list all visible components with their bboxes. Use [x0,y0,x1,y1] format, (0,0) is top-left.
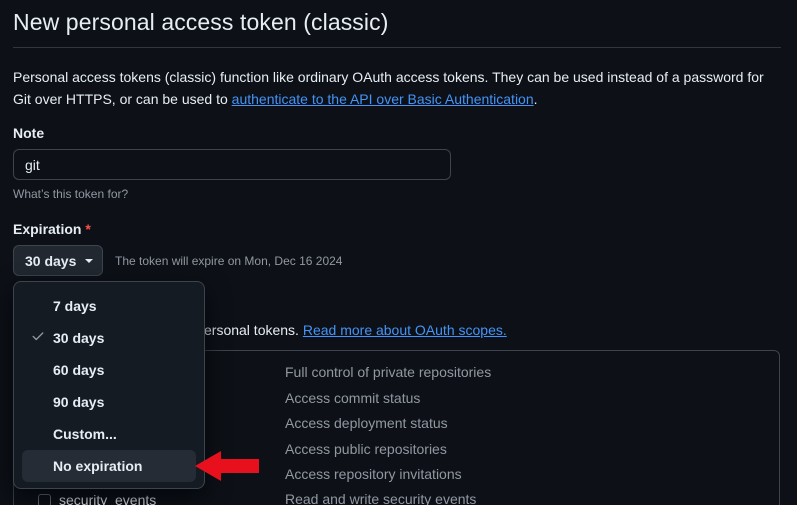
check-icon [32,332,44,341]
note-input[interactable] [13,149,451,180]
scope-description-repo-status: Access commit status [285,390,421,406]
option-label: 7 days [53,298,97,314]
expiration-option-90-days[interactable]: 90 days [22,386,196,418]
option-label: No expiration [53,458,143,474]
oauth-scopes-link[interactable]: Read more about OAuth scopes. [303,322,507,338]
option-label: Custom... [53,426,117,442]
option-label: 90 days [53,394,105,410]
basic-auth-link[interactable]: authenticate to the API over Basic Authe… [232,91,534,107]
note-label: Note [13,125,45,141]
scope-description-repo: Full control of private repositories [285,364,492,380]
token-description: Personal access tokens (classic) functio… [13,66,783,110]
scope-description-security-events: Read and write security events [285,491,477,505]
expiration-date-text: The token will expire on Mon, Dec 16 202… [115,254,343,268]
expiration-option-7-days[interactable]: 7 days [22,290,196,322]
title-divider [13,47,781,48]
scope-description-public-repo: Access public repositories [285,441,447,457]
scope-row-security-events: security_events [38,492,156,505]
expiration-option-custom[interactable]: Custom... [22,418,196,450]
note-hint: What’s this token for? [13,187,129,201]
scope-description-repo-invite: Access repository invitations [285,466,462,482]
caret-down-icon [85,258,94,263]
option-label: 60 days [53,362,105,378]
token-page: New personal access token (classic) Pers… [0,0,797,505]
description-end: . [533,91,538,107]
scopes-intro: ersonal tokens. Read more about OAuth sc… [204,322,507,338]
expiration-option-60-days[interactable]: 60 days [22,354,196,386]
red-arrow-icon [195,451,259,481]
scope-name-security-events: security_events [59,492,157,505]
expiration-label: Expiration * [13,221,91,237]
expiration-label-text: Expiration [13,221,82,237]
page-title: New personal access token (classic) [13,9,389,35]
scopes-intro-text: ersonal tokens. [204,322,299,338]
scope-description-repo-deployment: Access deployment status [285,415,448,431]
option-label: 30 days [53,330,105,346]
expiration-option-30-days[interactable]: 30 days [22,322,196,354]
required-marker: * [85,221,91,237]
security-events-checkbox[interactable] [38,493,51,505]
expiration-option-no-expiration[interactable]: No expiration [22,450,196,482]
expiration-select-button[interactable]: 30 days [13,245,103,276]
expiration-dropdown-menu: 7 days 30 days 60 days 90 days Custom...… [13,281,205,489]
expiration-selected-value: 30 days [25,252,77,269]
